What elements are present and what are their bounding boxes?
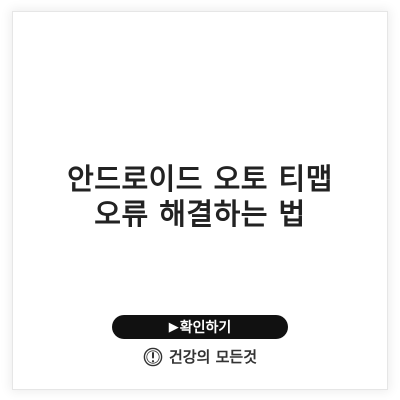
page: 안드로이드 오토 티맵 오류 해결하는 법 ▶ 확인하기 건강의 모든것 <box>0 0 400 400</box>
article-title-line-1: 안드로이드 오토 티맵 <box>67 162 333 196</box>
brand-name: 건강의 모든것 <box>168 348 258 366</box>
article-title: 안드로이드 오토 티맵 오류 해결하는 법 <box>0 162 400 232</box>
confirm-button-label: 확인하기 <box>179 320 232 336</box>
exclamation-circle-icon <box>143 347 163 366</box>
article-title-line-2: 오류 해결하는 법 <box>94 197 306 231</box>
confirm-button[interactable]: ▶ 확인하기 <box>112 315 288 339</box>
play-arrow-icon: ▶ <box>168 319 179 335</box>
brand: 건강의 모든것 <box>0 346 400 367</box>
